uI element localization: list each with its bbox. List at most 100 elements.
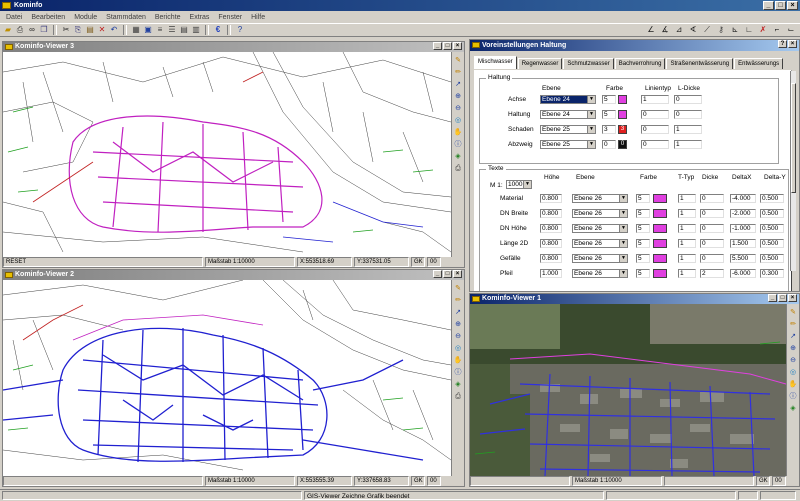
texte-ttyp-input[interactable]: 1 [678,239,696,248]
haltung-ldicke-input[interactable]: 0 [674,95,702,104]
texte-dicke-input[interactable]: 0 [700,209,724,218]
viewer-1-minimize-button[interactable]: _ [768,294,777,302]
texte-farbe-input[interactable]: 5 [636,269,650,278]
haltung-ebene-select[interactable]: Ebene 24 ▼ [540,95,596,104]
texte-hoehe-input[interactable]: 0.800 [540,254,562,263]
dialog-scrollbar[interactable] [790,71,796,271]
copy-icon[interactable]: ❐ [39,25,49,35]
tab-regenwasser[interactable]: Regenwasser [517,58,563,69]
viewer-2-map[interactable] [3,280,451,476]
texte-deltax-input[interactable]: 5.500 [730,254,756,263]
texte-color-swatch[interactable] [653,254,667,263]
minimize-button[interactable]: _ [763,1,774,10]
viewer-1-close-button[interactable]: × [788,294,797,302]
texte-farbe-input[interactable]: 5 [636,209,650,218]
viewer-2-titlebar[interactable]: Kominfo-Viewer 2 _ □ × [3,270,464,280]
texte-color-swatch[interactable] [653,239,667,248]
texte-deltay-input[interactable]: 0.500 [760,224,784,233]
scale-select[interactable]: 1000 ▼ [506,180,532,189]
texte-deltax-input[interactable]: -6.000 [730,269,756,278]
print-icon[interactable]: ⎙ [453,392,463,402]
pipe-delete-icon[interactable]: ✗ [758,25,768,35]
texte-dicke-input[interactable]: 0 [700,224,724,233]
pencil-icon[interactable]: ✏ [453,68,463,78]
haltung-ldicke-input[interactable]: 1 [674,125,702,134]
zoom-out-icon[interactable]: ⊖ [453,332,463,342]
pen-icon[interactable]: ✎ [788,308,798,318]
texte-farbe-input[interactable]: 5 [636,239,650,248]
pipe-tool-8-icon[interactable]: ⌐ [772,25,782,35]
dialog-close-button[interactable]: × [788,40,797,48]
haltung-farbe-input[interactable]: 0 [602,140,616,149]
scrollbar-thumb[interactable] [791,83,796,193]
texte-deltay-input[interactable]: 0.300 [760,269,784,278]
pen-icon[interactable]: ✎ [453,56,463,66]
pipe-tool-2-icon[interactable]: ∡ [660,25,670,35]
menu-hilfe[interactable]: Hilfe [247,14,269,21]
globe-icon[interactable]: ◎ [453,116,463,126]
haltung-ldicke-input[interactable]: 1 [674,140,702,149]
pipe-tool-7-icon[interactable]: ∟ [744,25,754,35]
haltung-color-swatch[interactable] [618,110,627,119]
globe-icon[interactable]: ◎ [453,344,463,354]
key-icon[interactable]: ⚷ [716,25,726,35]
tab-mischwasser[interactable]: Mischwasser [474,56,517,69]
layers-icon[interactable]: ≡ [155,25,165,35]
viewer-1-maximize-button[interactable]: □ [778,294,787,302]
texte-ebene-select[interactable]: Ebene 26 ▼ [572,269,628,278]
haltung-linientyp-input[interactable]: 0 [641,110,669,119]
menu-berichte[interactable]: Berichte [151,14,185,21]
texte-color-swatch[interactable] [653,209,667,218]
texte-dicke-input[interactable]: 0 [700,194,724,203]
pipe-tool-6-icon[interactable]: ⊾ [730,25,740,35]
pipe-tool-5-icon[interactable]: ⟋ [702,25,712,35]
copy2-icon[interactable]: ⎘ [73,25,83,35]
texte-hoehe-input[interactable]: 1.000 [540,269,562,278]
texte-color-swatch[interactable] [653,269,667,278]
table-icon[interactable]: ▤ [179,25,189,35]
texte-farbe-input[interactable]: 5 [636,254,650,263]
arrow-icon[interactable]: ↗ [453,80,463,90]
list-icon[interactable]: ☰ [167,25,177,35]
texte-color-swatch[interactable] [653,194,667,203]
print-preview-icon[interactable]: ⎙ [15,25,25,35]
pan-icon[interactable]: ✋ [788,380,798,390]
zoom-out-icon[interactable]: ⊖ [788,356,798,366]
pipe-tool-1-icon[interactable]: ∠ [646,25,656,35]
haltung-color-swatch[interactable]: 0 [618,140,627,149]
pen-icon[interactable]: ✎ [453,284,463,294]
texte-ttyp-input[interactable]: 1 [678,269,696,278]
texte-hoehe-input[interactable]: 0.800 [540,224,562,233]
haltung-linientyp-input[interactable]: 0 [641,140,669,149]
undo-icon[interactable]: ↶ [109,25,119,35]
layer-icon[interactable]: ◈ [453,152,463,162]
zoom-out-icon[interactable]: ⊖ [453,104,463,114]
viewer-3-close-button[interactable]: × [453,42,462,50]
viewer-2-maximize-button[interactable]: □ [443,270,452,278]
menu-stammdaten[interactable]: Stammdaten [102,14,150,21]
texte-dicke-input[interactable]: 0 [700,254,724,263]
texte-dicke-input[interactable]: 0 [700,239,724,248]
texte-hoehe-input[interactable]: 0.800 [540,209,562,218]
texte-ebene-select[interactable]: Ebene 26 ▼ [572,254,628,263]
texte-ebene-select[interactable]: Ebene 26 ▼ [572,209,628,218]
arrow-icon[interactable]: ↗ [453,308,463,318]
open-folder-icon[interactable]: ▰ [3,25,13,35]
tab-schmutzwasser[interactable]: Schmutzwasser [563,58,614,69]
help-icon[interactable]: ? [235,25,245,35]
dialog-help-button[interactable]: ? [778,40,787,48]
texte-hoehe-input[interactable]: 0.800 [540,194,562,203]
texte-ttyp-input[interactable]: 1 [678,224,696,233]
tab-entwaesserungs[interactable]: Entwässerungs [734,58,784,69]
texte-deltay-input[interactable]: 0.500 [760,254,784,263]
viewer-1-titlebar[interactable]: Kominfo-Viewer 1 _ □ × [470,294,799,304]
pan-icon[interactable]: ✋ [453,356,463,366]
viewer-3-titlebar[interactable]: Kominfo-Viewer 3 _ □ × [3,42,464,52]
tab-bachverrohrung[interactable]: Bachverrohrung [614,58,666,69]
haltung-color-swatch[interactable] [618,95,627,104]
texte-deltay-input[interactable]: 0.500 [760,194,784,203]
haltung-ebene-select[interactable]: Ebene 24 ▼ [540,110,596,119]
info-icon[interactable]: ⓘ [453,140,463,150]
arrow-icon[interactable]: ↗ [788,332,798,342]
info-icon[interactable]: ⓘ [453,368,463,378]
